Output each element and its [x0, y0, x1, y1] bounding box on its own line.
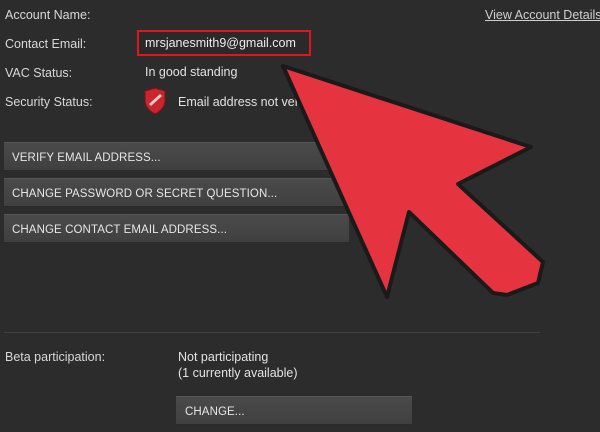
- change-contact-email-button[interactable]: CHANGE CONTACT EMAIL ADDRESS...: [4, 214, 349, 243]
- section-divider: [4, 332, 540, 333]
- shield-warning-icon: [144, 87, 166, 115]
- beta-status-line2: (1 currently available): [178, 366, 298, 380]
- security-status-value: Email address not verified: [178, 95, 322, 109]
- email-highlight-box: mrsjanesmith9@gmail.com: [137, 30, 311, 56]
- verify-email-button[interactable]: VERIFY EMAIL ADDRESS...: [4, 142, 349, 171]
- security-status-label: Security Status:: [5, 95, 93, 109]
- vac-status-label: VAC Status:: [5, 66, 73, 80]
- view-account-details-link[interactable]: View Account Details: [485, 8, 600, 22]
- beta-participation-label: Beta participation:: [5, 350, 106, 364]
- vac-status-value: In good standing: [145, 65, 238, 79]
- contact-email-label: Contact Email:: [5, 37, 87, 51]
- contact-email-value: mrsjanesmith9@gmail.com: [145, 36, 296, 50]
- beta-status-line1: Not participating: [178, 350, 269, 364]
- change-password-button[interactable]: CHANGE PASSWORD OR SECRET QUESTION...: [4, 178, 349, 207]
- beta-change-button[interactable]: CHANGE...: [176, 396, 412, 425]
- account-name-label: Account Name:: [5, 8, 91, 22]
